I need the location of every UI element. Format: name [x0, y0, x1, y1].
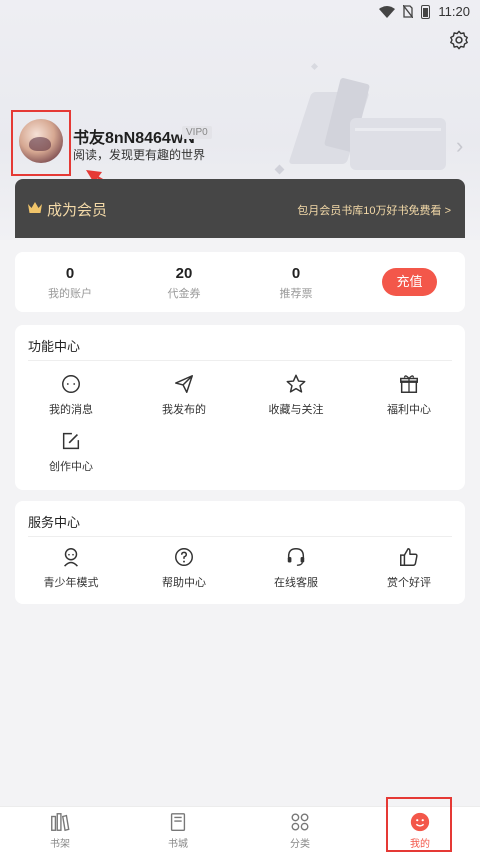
my-messages-item[interactable]: 我的消息 — [31, 373, 111, 417]
send-icon — [175, 375, 193, 393]
stat-label: 推荐票 — [279, 288, 313, 300]
stat-value: 0 — [65, 265, 75, 282]
recharge-button[interactable]: 充值 — [382, 268, 437, 296]
profile-tagline: 阅读，发现更有趣的世界 — [73, 148, 206, 162]
grid-label: 我发布的 — [162, 404, 206, 416]
edit-icon — [62, 432, 80, 450]
function-center-card: 功能中心 我的消息 我发布的 收藏与关注 福利中心 创作中心 — [15, 325, 465, 490]
grid-label: 福利中心 — [387, 404, 431, 416]
section-title: 功能中心 — [28, 339, 81, 354]
thumbs-up-icon — [400, 548, 418, 566]
no-sim-icon — [403, 5, 414, 18]
decorative-dot — [274, 164, 285, 175]
status-bar: 11:20 — [0, 0, 480, 24]
decorative-line — [355, 128, 441, 131]
favorites-follow-item[interactable]: 收藏与关注 — [256, 373, 336, 417]
creation-center-item[interactable]: 创作中心 — [31, 430, 111, 474]
nav-label: 书架 — [50, 839, 70, 850]
vip-promo-link[interactable]: 包月会员书库10万好书免费看 > — [297, 202, 451, 218]
avatar-highlight-box[interactable] — [11, 110, 71, 176]
avatar[interactable] — [19, 119, 63, 163]
vip-membership-bar[interactable]: 成为会员 包月会员书库10万好书免费看 > — [15, 179, 465, 238]
battery-icon — [421, 4, 431, 19]
welfare-center-item[interactable]: 福利中心 — [369, 373, 449, 417]
username[interactable]: 书友8nN8464wN — [73, 124, 195, 148]
stat-label: 我的账户 — [48, 288, 92, 300]
divider — [28, 360, 452, 361]
decorative-dot — [310, 62, 319, 71]
nav-bookstore[interactable]: 书城 — [143, 811, 213, 850]
account-balance-stat[interactable]: 0 我的账户 — [30, 265, 110, 301]
grid-label: 赏个好评 — [387, 577, 431, 589]
rate-app-item[interactable]: 赏个好评 — [369, 546, 449, 590]
my-posts-item[interactable]: 我发布的 — [144, 373, 224, 417]
nav-category[interactable]: 分类 — [265, 811, 335, 850]
divider — [28, 536, 452, 537]
grid-label: 创作中心 — [49, 461, 93, 473]
category-icon — [291, 813, 309, 831]
grid-label: 我的消息 — [49, 404, 93, 416]
status-time: 11:20 — [438, 4, 470, 19]
grid-label: 帮助中心 — [162, 577, 206, 589]
bookstore-icon — [170, 813, 186, 831]
voucher-stat[interactable]: 20 代金券 — [144, 265, 224, 301]
stat-label: 代金券 — [167, 288, 201, 300]
vip-title: 成为会员 — [47, 202, 108, 219]
online-support-item[interactable]: 在线客服 — [256, 546, 336, 590]
nav-label: 分类 — [290, 839, 310, 850]
help-center-item[interactable]: 帮助中心 — [144, 546, 224, 590]
section-title: 服务中心 — [28, 515, 81, 530]
headset-icon — [287, 548, 305, 566]
stat-value: 0 — [291, 265, 301, 282]
settings-gear-icon[interactable] — [448, 29, 470, 51]
decorative-book — [350, 118, 446, 170]
nav-bookshelf[interactable]: 书架 — [25, 811, 95, 850]
grid-label: 收藏与关注 — [268, 404, 324, 416]
recommend-ticket-stat[interactable]: 0 推荐票 — [256, 265, 336, 301]
service-center-card: 服务中心 青少年模式 帮助中心 在线客服 赏个好评 — [15, 501, 465, 604]
account-card: 0 我的账户 20 代金券 0 推荐票 充值 — [15, 252, 465, 312]
help-icon — [175, 548, 193, 566]
stat-value: 20 — [175, 265, 193, 282]
grid-label: 在线客服 — [274, 577, 318, 589]
bookshelf-icon — [51, 813, 70, 832]
nav-label: 书城 — [168, 839, 188, 850]
chevron-right-icon[interactable]: › — [456, 133, 463, 159]
wifi-icon — [379, 5, 396, 18]
teen-mode-icon — [64, 548, 78, 567]
crown-icon — [28, 202, 42, 213]
gift-icon — [400, 375, 418, 393]
grid-label: 青少年模式 — [43, 577, 99, 589]
vip-level-badge: VIP0 — [182, 126, 212, 139]
active-tab-highlight-box — [386, 797, 452, 852]
teen-mode-item[interactable]: 青少年模式 — [31, 546, 111, 590]
message-icon — [62, 375, 80, 393]
star-icon — [286, 374, 306, 393]
